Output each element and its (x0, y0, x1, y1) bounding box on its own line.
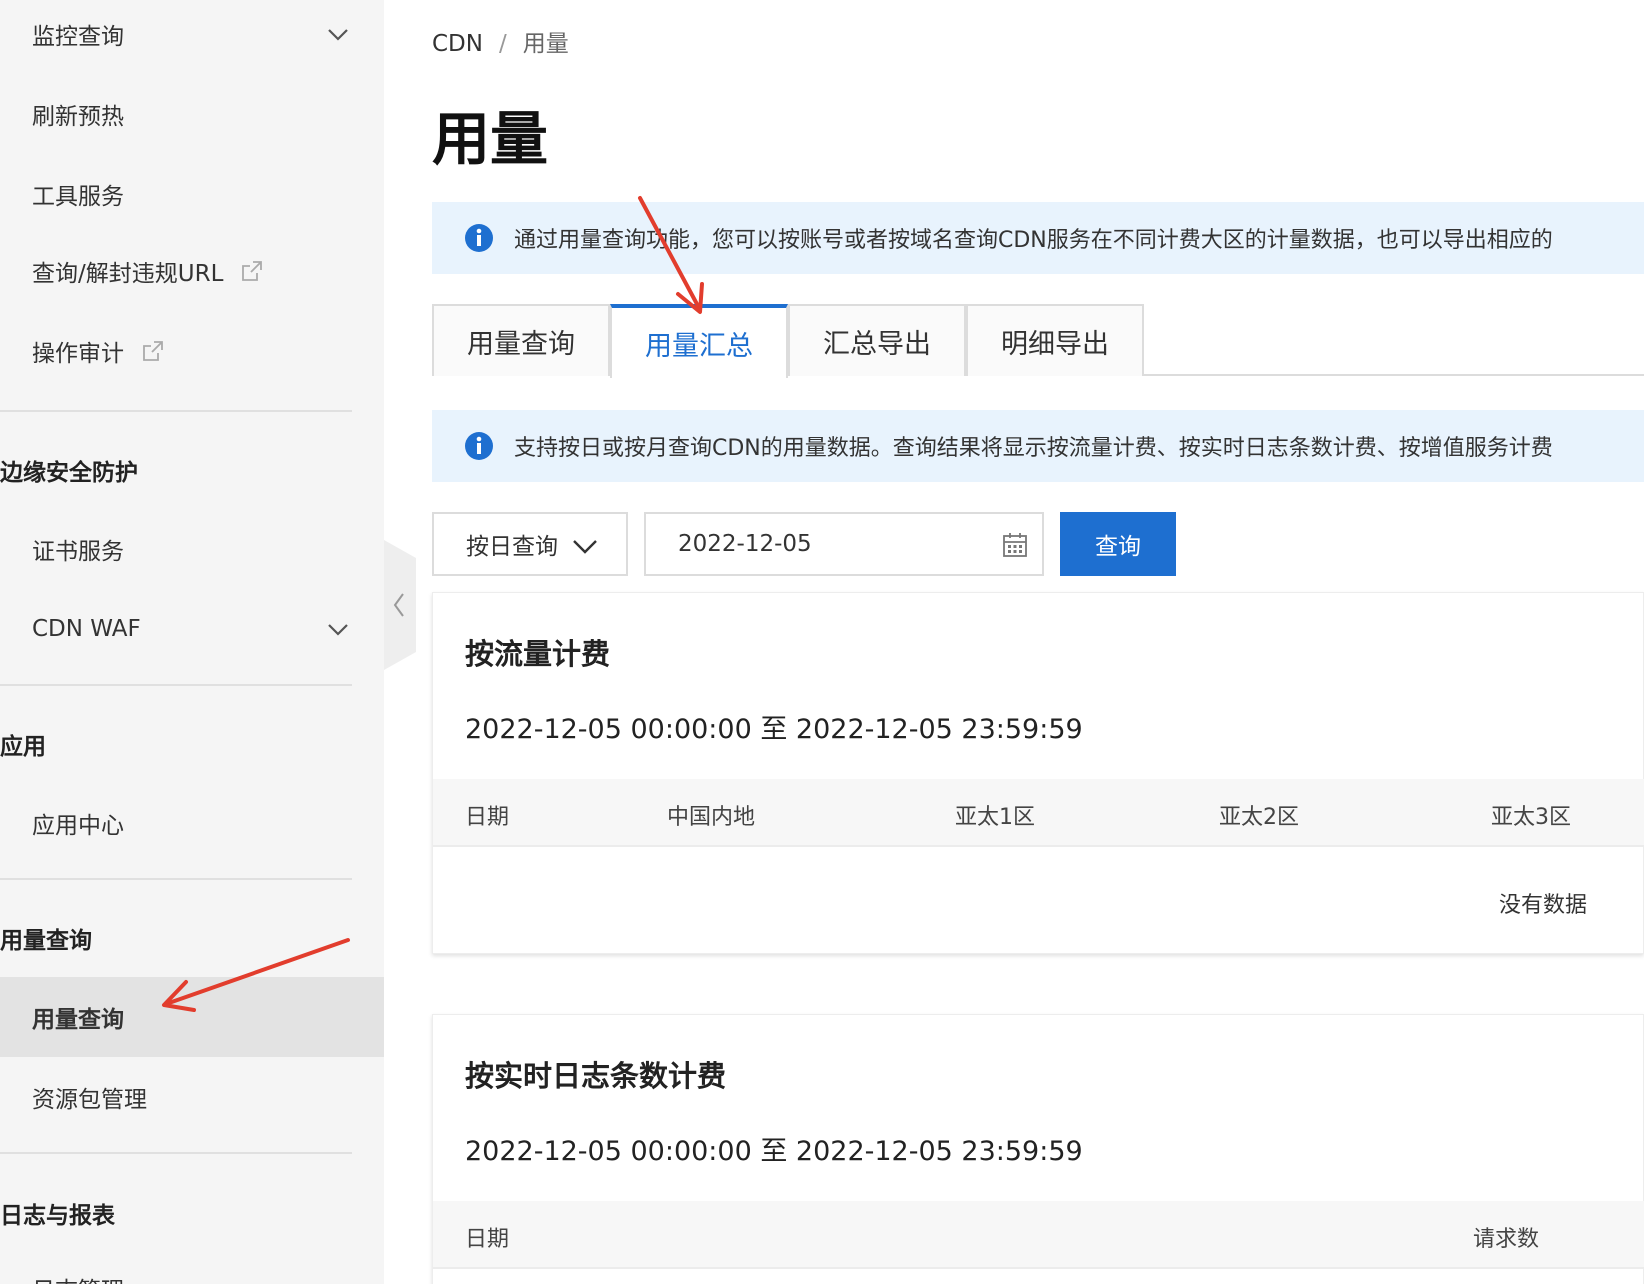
chevron-down-icon (573, 540, 597, 554)
sidebar-group-edge-security: 边缘安全防护 (0, 460, 138, 486)
tab-bar: 用量查询 用量汇总 汇总导出 明细导出 (432, 304, 1644, 378)
sidebar-item-label: 工具服务 (32, 184, 124, 210)
calendar-icon[interactable] (1002, 532, 1028, 558)
breadcrumb-current: 用量 (522, 31, 569, 57)
column-header-apac-3: 亚太3区 (1491, 805, 1571, 830)
sidebar-group-usage: 用量查询 (0, 928, 92, 954)
sidebar-divider (0, 1152, 352, 1154)
sidebar-item-usage-query[interactable]: 用量查询 (0, 977, 384, 1057)
page-title: 用量 (432, 105, 549, 173)
sidebar-collapse-handle[interactable] (384, 540, 416, 670)
info-icon (465, 224, 493, 252)
sidebar-item-label: 操作审计 (32, 341, 124, 367)
card-title: 按流量计费 (465, 637, 611, 671)
query-button[interactable]: 查询 (1060, 512, 1176, 576)
sidebar-divider (0, 684, 352, 686)
sidebar-item-refresh[interactable]: 刷新预热 (0, 74, 384, 154)
sub-info-notice: 支持按日或按月查询CDN的用量数据。查询结果将显示按流量计费、按实时日志条数计费… (432, 410, 1644, 482)
info-notice: 通过用量查询功能，您可以按账号或者按域名查询CDN服务在不同计费大区的计量数据，… (432, 202, 1644, 274)
sidebar-item-resource-packages[interactable]: 资源包管理 (0, 1057, 384, 1137)
sidebar-item-violation-url[interactable]: 查询/解封违规URL (0, 231, 384, 311)
column-header-date: 日期 (465, 805, 510, 830)
sidebar-item-monitor[interactable]: 监控查询 (0, 0, 384, 74)
card-date-range: 2022-12-05 00:00:00 至 2022-12-05 23:59:5… (465, 1136, 1083, 1167)
main-content: CDN / 用量 用量 通过用量查询功能，您可以按账号或者按域名查询CDN服务在不同… (432, 0, 1644, 1284)
column-header-apac-1: 亚太1区 (955, 805, 1035, 830)
traffic-billing-card: 按流量计费 2022-12-05 00:00:00 至 2022-12-05 2… (432, 592, 1644, 954)
period-select[interactable]: 按日查询 (432, 512, 628, 576)
chevron-down-icon (328, 624, 348, 636)
info-icon (465, 432, 493, 460)
external-link-icon (242, 261, 263, 281)
sidebar-item-label: 日志管理 (32, 1271, 124, 1284)
sidebar-item-cdn-waf[interactable]: CDN WAF (0, 589, 384, 669)
sidebar: 监控查询 刷新预热 工具服务 查询/解封违规URL 操作审计 边缘安全防护 证书… (0, 0, 384, 1284)
tab-usage-query[interactable]: 用量查询 (432, 304, 610, 376)
sidebar-divider (0, 410, 352, 412)
tab-usage-summary[interactable]: 用量汇总 (610, 304, 788, 378)
chevron-down-icon (328, 29, 348, 41)
sidebar-group-logs-reports: 日志与报表 (0, 1203, 115, 1229)
column-header-date: 日期 (465, 1227, 510, 1252)
column-header-mainland-china: 中国内地 (667, 805, 756, 830)
tab-detail-export[interactable]: 明细导出 (966, 304, 1144, 376)
column-header-apac-2: 亚太2区 (1219, 805, 1299, 830)
sidebar-item-label: 刷新预热 (32, 104, 124, 130)
external-link-icon (143, 341, 163, 361)
period-select-value: 按日查询 (466, 534, 558, 560)
sidebar-item-label: CDN WAF (32, 616, 141, 642)
breadcrumb-root[interactable]: CDN (432, 31, 483, 57)
sidebar-item-label: 查询/解封违规URL (32, 261, 224, 287)
sidebar-item-audit[interactable]: 操作审计 (0, 311, 384, 391)
sidebar-group-apps: 应用 (0, 734, 46, 760)
table-header: 日期 中国内地 亚太1区 亚太2区 亚太3区 (433, 779, 1644, 847)
sidebar-item-label: 资源包管理 (32, 1087, 147, 1113)
notice-text: 通过用量查询功能，您可以按账号或者按域名查询CDN服务在不同计费大区的计量数据，… (514, 228, 1553, 253)
sidebar-item-log-management[interactable]: 日志管理 (0, 1248, 384, 1284)
sidebar-item-certificates[interactable]: 证书服务 (0, 509, 384, 589)
card-title: 按实时日志条数计费 (465, 1059, 727, 1093)
card-date-range: 2022-12-05 00:00:00 至 2022-12-05 23:59:5… (465, 714, 1083, 745)
empty-state-text: 没有数据 (1499, 893, 1588, 918)
date-value: 2022-12-05 (678, 531, 812, 557)
sidebar-item-label: 用量查询 (32, 1007, 124, 1033)
sidebar-item-label: 应用中心 (32, 813, 124, 839)
sidebar-item-app-center[interactable]: 应用中心 (0, 783, 384, 863)
breadcrumb-separator: / (498, 31, 507, 57)
sidebar-item-tools[interactable]: 工具服务 (0, 154, 384, 234)
column-header-request-count: 请求数 (1473, 1227, 1540, 1252)
tab-summary-export[interactable]: 汇总导出 (788, 304, 966, 376)
sub-notice-text: 支持按日或按月查询CDN的用量数据。查询结果将显示按流量计费、按实时日志条数计费… (514, 436, 1553, 461)
date-picker-input[interactable]: 2022-12-05 (644, 512, 1044, 576)
table-header: 日期 请求数 (433, 1201, 1644, 1269)
sidebar-item-label: 证书服务 (32, 539, 124, 565)
realtime-log-billing-card: 按实时日志条数计费 2022-12-05 00:00:00 至 2022-12-… (432, 1014, 1644, 1284)
sidebar-divider (0, 878, 352, 880)
sidebar-item-label: 监控查询 (32, 24, 124, 50)
breadcrumb: CDN / 用量 (432, 24, 569, 58)
